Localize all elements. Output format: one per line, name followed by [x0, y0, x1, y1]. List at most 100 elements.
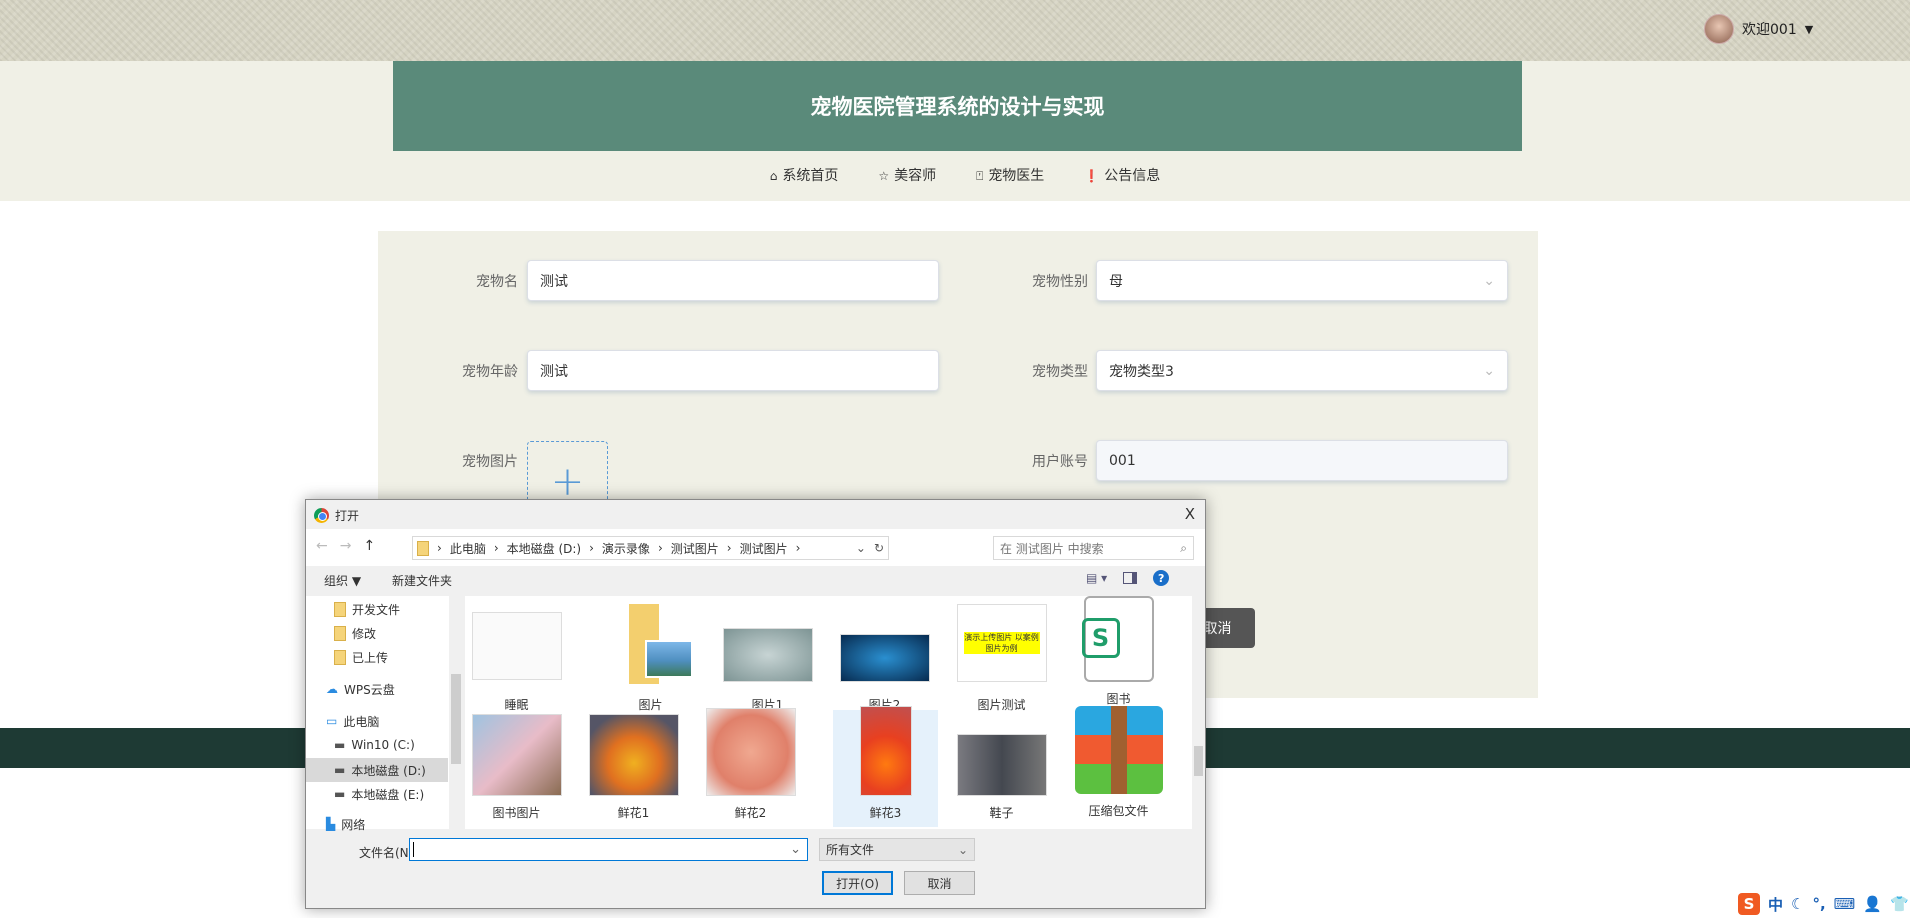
close-button[interactable]: X — [1185, 505, 1195, 523]
punctuation-icon[interactable]: °, — [1812, 895, 1825, 913]
sidebar-item-selected[interactable]: ▬ 本地磁盘 (D:) — [306, 758, 448, 782]
crumb[interactable]: 此电脑 — [450, 540, 486, 557]
up-icon[interactable]: ↑ — [363, 538, 375, 554]
archive-icon — [1074, 706, 1163, 794]
pet-name-label: 宠物名 — [476, 274, 518, 290]
sidebar-item[interactable]: 开发文件 — [306, 597, 448, 621]
open-button[interactable]: 打开(O) — [822, 871, 893, 895]
caret-down-icon: ▼ — [1804, 22, 1814, 36]
image-thumbnail — [722, 628, 813, 682]
image-thumbnail — [859, 706, 912, 796]
keyboard-icon[interactable]: ⌨ — [1834, 895, 1856, 913]
sidebar-item[interactable]: ▭ 此电脑 — [306, 709, 448, 733]
star-icon: ☆ — [878, 169, 890, 183]
dialog-cancel-button[interactable]: 取消 — [904, 871, 975, 895]
pet-sex-select[interactable]: 母 ⌄ — [1096, 260, 1508, 301]
file-label: 鲜花2 — [734, 806, 767, 820]
file-item[interactable]: 演示上传图片 以案例图片为例 图片测试 — [949, 604, 1054, 713]
drive-icon: ▬ — [334, 763, 346, 777]
forward-icon[interactable]: → — [340, 538, 352, 554]
file-type-select[interactable]: 所有文件 ⌄ — [819, 838, 975, 861]
ime-mode[interactable]: 中 — [1768, 894, 1783, 915]
file-label: 图书 — [1106, 692, 1131, 706]
back-icon[interactable]: ← — [316, 538, 328, 554]
folder-image-icon — [621, 604, 693, 688]
cloud-icon: ☁ — [326, 682, 338, 696]
file-item[interactable]: 图片 — [598, 604, 703, 713]
pet-age-label: 宠物年龄 — [462, 364, 518, 380]
label: 修改 — [352, 626, 377, 641]
file-item[interactable]: 图片2 — [832, 604, 937, 713]
history-dropdown[interactable]: ⌄ — [856, 541, 866, 555]
chevron-down-icon: ⌄ — [1483, 272, 1495, 289]
file-label: 图片 — [638, 698, 663, 712]
file-item[interactable]: 睡眠 — [464, 604, 569, 713]
value: 测试 — [540, 363, 568, 380]
nav-beautician[interactable]: ☆ 美容师 — [878, 165, 936, 185]
file-item[interactable]: 压缩包文件 — [1066, 706, 1171, 819]
preview-pane-icon[interactable] — [1123, 572, 1138, 584]
value: 测试 — [540, 273, 568, 290]
crumb[interactable]: 演示录像 — [602, 540, 650, 557]
file-item[interactable]: 图书图片 — [464, 714, 569, 821]
pet-age-input[interactable]: 测试 — [527, 350, 939, 391]
chevron-down-icon: ⌄ — [790, 842, 801, 857]
value: 宠物类型3 — [1109, 363, 1174, 380]
spreadsheet-icon: S — [1081, 596, 1154, 682]
pet-type-select[interactable]: 宠物类型3 ⌄ — [1096, 350, 1508, 391]
user-icon[interactable]: 👤 — [1863, 895, 1882, 913]
organize-button[interactable]: 组织 ▼ — [324, 572, 361, 589]
file-item[interactable]: S 图书 — [1066, 596, 1171, 707]
address-bar[interactable]: › 此电脑 › 本地磁盘 (D:) › 演示录像 › 测试图片 › 测试图片 › ⌄ ↻ — [412, 536, 889, 560]
view-options-icon[interactable]: ▤ ▾ — [1086, 571, 1107, 585]
filename-input[interactable]: ⌄ — [409, 838, 808, 861]
crumb[interactable]: 测试图片 — [671, 540, 719, 557]
sidebar-item[interactable]: 已上传 — [306, 645, 448, 669]
skin-icon[interactable]: 👕 — [1890, 895, 1909, 913]
label: WPS云盘 — [344, 682, 395, 697]
nav-pane: 开发文件 修改 已上传 ☁ WPS云盘 ▭ 此电脑 ▬ Win10 (C:) ▬ 本地磁… — [306, 596, 463, 832]
moon-icon[interactable]: ☾ — [1791, 895, 1804, 913]
search-input[interactable]: 在 测试图片 中搜索 ⌕ — [993, 536, 1194, 560]
crumb[interactable]: 测试图片 — [740, 540, 788, 557]
sidebar-item[interactable]: 修改 — [306, 621, 448, 645]
nav-scrollbar[interactable] — [449, 596, 463, 829]
refresh-icon[interactable]: ↻ — [874, 541, 888, 555]
files-scrollbar[interactable] — [1192, 596, 1205, 829]
nav-doctor[interactable]: ⍞ 宠物医生 — [976, 165, 1044, 185]
ime-toolbar[interactable]: S 中 ☾ °, ⌨ 👤 👕 🔧 — [1738, 893, 1910, 915]
new-folder-button[interactable]: 新建文件夹 — [392, 572, 452, 589]
sidebar-item[interactable]: ▙ 网络 — [306, 812, 448, 836]
label: Win10 (C:) — [351, 738, 415, 752]
sidebar-item[interactable]: ▬ Win10 (C:) — [306, 733, 448, 757]
user-menu[interactable]: 欢迎001 ▼ — [1704, 14, 1813, 44]
help-icon[interactable]: ? — [1153, 570, 1170, 586]
crumb[interactable]: 本地磁盘 (D:) — [507, 540, 581, 557]
image-thumbnail — [839, 634, 930, 682]
nav-label: 宠物医生 — [988, 168, 1045, 184]
chevron-down-icon: ⌄ — [957, 842, 968, 857]
chevron-down-icon: ⌄ — [1483, 362, 1495, 379]
file-item[interactable]: 鲜花2 — [698, 708, 803, 821]
sidebar-item[interactable]: ☁ WPS云盘 — [306, 677, 448, 701]
file-item[interactable]: 鞋子 — [949, 714, 1054, 821]
network-icon: ▙ — [326, 817, 336, 831]
placeholder: 在 测试图片 中搜索 — [1000, 541, 1104, 556]
folder-icon — [334, 625, 346, 641]
info-icon: ❗ — [1084, 169, 1100, 183]
file-item[interactable]: 图片1 — [715, 604, 820, 713]
folder-icon — [334, 601, 346, 617]
account-input[interactable]: 001 — [1096, 440, 1508, 481]
folder-icon — [417, 540, 429, 556]
greeting: 欢迎001 — [1742, 22, 1797, 38]
nav-home[interactable]: ⌂ 系统首页 — [770, 165, 839, 185]
file-item-selected[interactable]: 鲜花3 — [833, 706, 938, 821]
file-item[interactable]: 鲜花1 — [581, 714, 686, 821]
pet-name-input[interactable]: 测试 — [527, 260, 939, 301]
file-label: 睡眠 — [504, 698, 529, 712]
sidebar-item[interactable]: ▬ 本地磁盘 (E:) — [306, 782, 448, 806]
image-thumbnail — [705, 708, 796, 796]
nav-notice[interactable]: ❗ 公告信息 — [1084, 165, 1160, 185]
label: 本地磁盘 (E:) — [351, 787, 425, 802]
image-thumbnail — [956, 734, 1047, 796]
